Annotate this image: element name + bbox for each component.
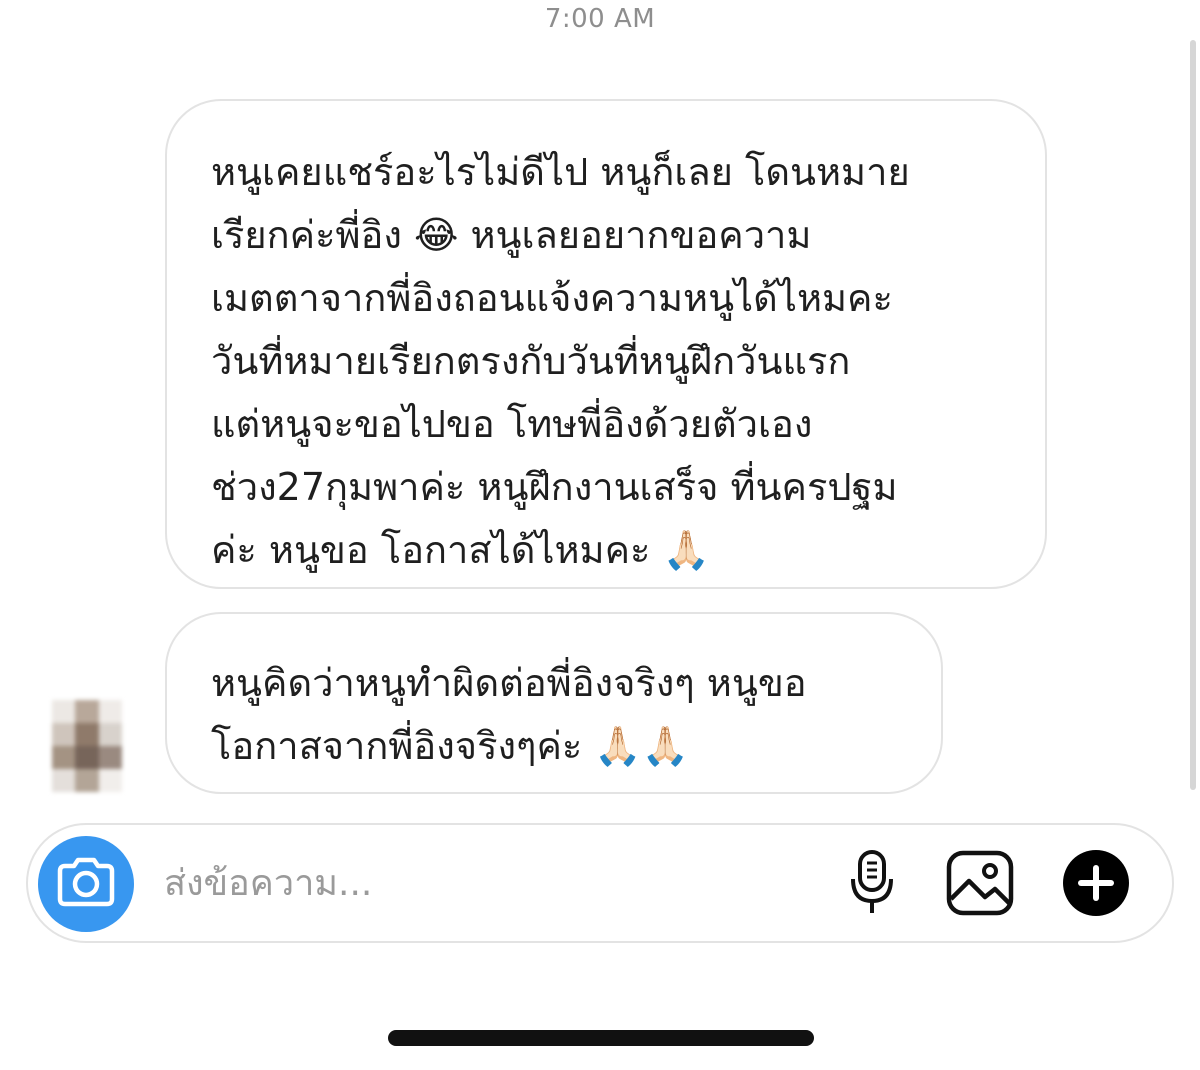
message-line: เรียกค่ะพี่อิง 😂 หนูเลยอยากขอความ [211,213,812,257]
microphone-icon [848,849,896,921]
message-line: วันที่หมายเรียกตรงกับวันที่หนูฝึกวันแรก [211,339,851,383]
sender-avatar[interactable] [52,700,122,792]
message-line: หนูเคยแชร์อะไรไม่ดีไป หนูก็เลย โดนหมาย [211,150,910,194]
message-bubble[interactable]: หนูคิดว่าหนูทำผิดต่อพี่อิงจริงๆ หนูขอ โอ… [165,612,943,794]
message-bubble[interactable]: หนูเคยแชร์อะไรไม่ดีไป หนูก็เลย โดนหมาย เ… [165,99,1047,589]
home-indicator[interactable] [388,1030,814,1046]
image-gallery-icon [945,849,1015,921]
voice-message-button[interactable] [836,849,908,921]
chat-screen: 7:00 AM หนูเคยแชร์อะไรไม่ดีไป หนูก็เลย โ… [0,0,1200,1070]
scrollbar[interactable] [1190,40,1196,790]
gallery-button[interactable] [944,849,1016,921]
message-line: ค่ะ หนูขอ โอกาสได้ไหมคะ 🙏🏻 [211,528,710,572]
message-line: หนูคิดว่าหนูทำผิดต่อพี่อิงจริงๆ หนูขอ [211,661,807,705]
camera-button[interactable] [38,836,134,932]
message-input[interactable] [164,855,804,911]
plus-icon [1061,848,1131,922]
message-line: ช่วง27กุมพาค่ะ หนูฝึกงานเสร็จ ที่นครปฐม [211,465,898,509]
message-composer [26,823,1174,943]
message-line: โอกาสจากพี่อิงจริงๆค่ะ 🙏🏻🙏🏻 [211,724,689,768]
message-line: แต่หนูจะขอไปขอ โทษพี่อิงด้วยตัวเอง [211,402,813,446]
message-timestamp: 7:00 AM [544,4,656,34]
message-line: เมตตาจากพี่อิงถอนแจ้งความหนูได้ไหมคะ [211,276,893,320]
more-options-button[interactable] [1060,849,1132,921]
camera-icon [57,857,115,911]
